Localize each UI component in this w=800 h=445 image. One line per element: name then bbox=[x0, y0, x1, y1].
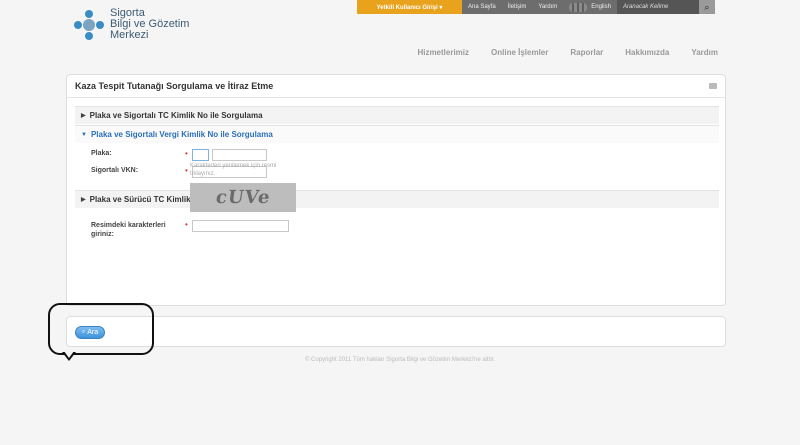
site-logo[interactable]: Sigorta Bilgi ve Gözetim Merkezi bbox=[74, 8, 189, 41]
search-button[interactable]: ⌕ bbox=[698, 0, 715, 14]
search-icon: ⌕ bbox=[704, 1, 710, 12]
plaka-city-input[interactable] bbox=[192, 149, 209, 161]
top-nav: Ana Sayfa İletişim Yardım English bbox=[462, 0, 617, 14]
arrow-down-icon: ▼ bbox=[81, 131, 87, 138]
section-surucu[interactable]: ▶ Plaka ve Sürücü TC Kimlik No ile Sorgu… bbox=[75, 190, 719, 208]
print-icon[interactable] bbox=[709, 83, 717, 89]
captcha-input[interactable] bbox=[192, 220, 289, 232]
vkn-label: Sigortalı VKN: bbox=[91, 167, 139, 174]
top-link-contact[interactable]: İletişim bbox=[508, 4, 527, 10]
footer-copyright: © Copyright 2011 Tüm hakları Sigorta Bil… bbox=[304, 357, 496, 363]
required-marker: • bbox=[185, 149, 188, 158]
nav-services[interactable]: Hizmetlerimiz bbox=[417, 48, 469, 57]
arrow-right-icon: ▶ bbox=[81, 113, 86, 119]
nav-online[interactable]: Online İşlemler bbox=[491, 48, 548, 57]
captcha-image[interactable]: cUVe bbox=[190, 183, 296, 212]
action-panel: ⌕ Ara bbox=[66, 316, 726, 347]
logo-text: Sigorta Bilgi ve Gözetim Merkezi bbox=[110, 7, 190, 41]
arrow-right-icon: ▶ bbox=[81, 197, 86, 203]
captcha-hint: Karakterleri yenilemek için resmi tıklay… bbox=[190, 163, 277, 177]
top-bar: Yetkili Kullanıcı Girişi ▾ Ana Sayfa İle… bbox=[357, 0, 715, 14]
required-marker: • bbox=[185, 220, 188, 229]
callout-highlight bbox=[48, 303, 154, 355]
top-link-help[interactable]: Yardım bbox=[538, 4, 557, 10]
authorized-login-button[interactable]: Yetkili Kullanıcı Girişi ▾ bbox=[357, 0, 462, 14]
world-map-icon bbox=[569, 2, 588, 12]
plaka-label: Plaka: bbox=[91, 150, 112, 157]
nav-about[interactable]: Hakkımızda bbox=[625, 48, 669, 57]
captcha-label: Resimdeki karakterleri giriniz: bbox=[91, 222, 166, 238]
required-marker: • bbox=[185, 166, 188, 175]
nav-reports[interactable]: Raporlar bbox=[570, 48, 603, 57]
main-nav: Hizmetlerimiz Online İşlemler Raporlar H… bbox=[417, 48, 718, 57]
logo-mark-icon bbox=[74, 9, 104, 40]
section-vkn[interactable]: ▼ Plaka ve Sigortalı Vergi Kimlik No ile… bbox=[75, 125, 719, 143]
nav-help[interactable]: Yardım bbox=[691, 48, 718, 57]
english-link[interactable]: English bbox=[591, 4, 611, 10]
plaka-number-input[interactable] bbox=[212, 149, 267, 161]
section-tc[interactable]: ▶ Plaka ve Sigortalı TC Kimlik No ile So… bbox=[75, 106, 719, 124]
top-search-input[interactable]: Aranacak Kelime bbox=[616, 0, 699, 14]
panel-title: Kaza Tespit Tutanağı Sorgulama ve İtiraz… bbox=[67, 75, 725, 98]
query-panel: Kaza Tespit Tutanağı Sorgulama ve İtiraz… bbox=[66, 74, 726, 306]
language-switch[interactable]: English bbox=[569, 2, 611, 12]
top-link-home[interactable]: Ana Sayfa bbox=[468, 4, 496, 10]
